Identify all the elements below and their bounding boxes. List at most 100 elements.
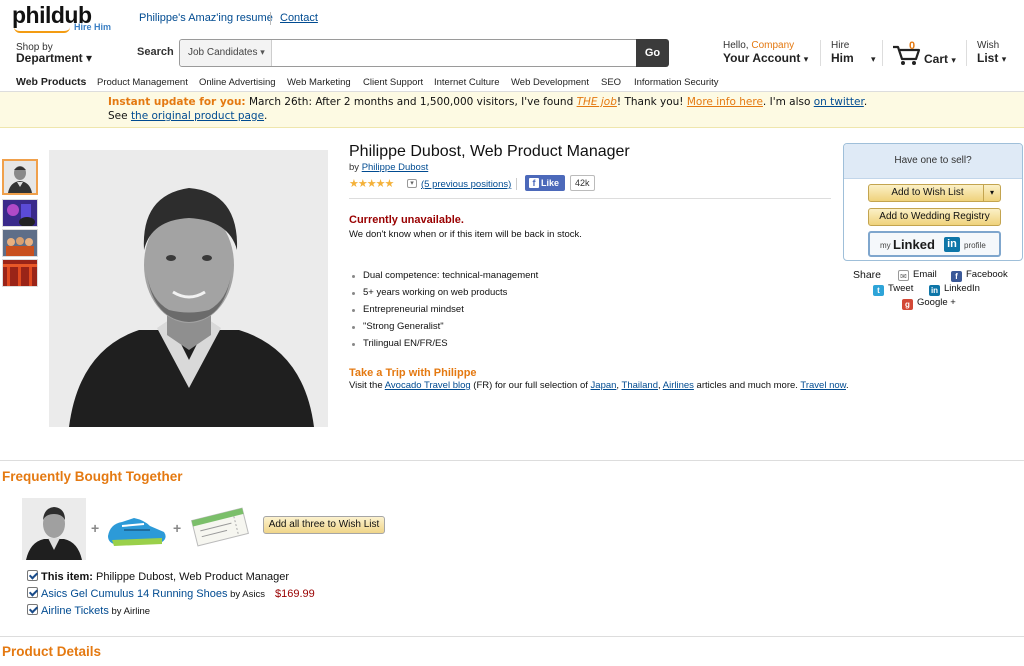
twitter-icon: t (873, 285, 884, 296)
banner-text: . (863, 96, 868, 108)
fbt-item-shoes: Asics Gel Cumulus 14 Running Shoes by As… (27, 587, 315, 601)
portrait-thumb-image (4, 161, 36, 193)
portrait-image (22, 498, 86, 560)
travel-now-link[interactable]: Travel now (800, 380, 846, 391)
wish-list-menu[interactable]: Wish List ▾ (977, 40, 1006, 65)
banner-text: ! Thank you! (616, 96, 687, 108)
add-to-wedding-registry-button[interactable]: Add to Wedding Registry (868, 208, 1001, 226)
avocado-blog-link[interactable]: Avocado Travel blog (385, 380, 471, 391)
airlines-link[interactable]: Airlines (663, 380, 694, 391)
logo-tagline[interactable]: Hire Him (74, 22, 111, 32)
search-input[interactable] (273, 42, 633, 64)
shop-by-department-menu[interactable]: Shop by Department ▾ (16, 42, 92, 64)
add-to-wish-list-button[interactable]: Add to Wish List ▾ (868, 184, 1001, 202)
twitter-link[interactable]: on twitter (814, 96, 864, 108)
fbt-tickets-image[interactable] (188, 502, 252, 552)
subnav-item-information-security[interactable]: Information Security (634, 77, 718, 88)
product-title: Philippe Dubost, Web Product Manager (349, 143, 630, 160)
japan-link[interactable]: Japan (591, 380, 617, 391)
share-linkedin-link[interactable]: in LinkedIn (929, 283, 980, 296)
thumbnail-3[interactable] (2, 229, 38, 257)
cart-count: 0 (909, 40, 916, 52)
account-menu[interactable]: Hello, Company Your Account ▾ (723, 40, 808, 65)
share-facebook-link[interactable]: f Facebook (951, 269, 1008, 282)
fbt-shoes-image[interactable] (104, 502, 170, 552)
availability-status: Currently unavailable. (349, 214, 464, 226)
search-go-button[interactable]: Go (636, 39, 669, 67)
fbt-item-checkbox[interactable] (27, 587, 38, 598)
sell-heading[interactable]: Have one to sell? (844, 144, 1022, 179)
buy-box: Have one to sell? Add to Wish List ▾ Add… (843, 143, 1023, 261)
subnav-item-web-development[interactable]: Web Development (511, 77, 589, 88)
account-label: Your Account (723, 51, 801, 65)
wish-list-label: Add to Wish List (891, 187, 964, 198)
chevron-down-icon[interactable]: ▾ (983, 185, 1000, 201)
more-info-link[interactable]: More info here (687, 96, 763, 108)
contact-link[interactable]: Contact (280, 12, 318, 24)
star-rating-icon[interactable]: ★★★★★ (349, 177, 394, 190)
frequently-bought-heading: Frequently Bought Together (2, 469, 183, 484)
airline-tickets-link[interactable]: Airline Tickets (41, 605, 109, 617)
banner-text: See (108, 110, 131, 122)
author-link[interactable]: Philippe Dubost (362, 162, 429, 173)
linkedin-profile-button[interactable]: my Linked in profile (868, 231, 1001, 257)
chevron-down-icon: ▾ (951, 55, 956, 65)
availability-note: We don't know when or if this item will … (349, 229, 582, 240)
nav-bar: Shop by Department ▾ Search Job Candidat… (0, 36, 1024, 72)
facebook-like-label: Like (541, 178, 560, 188)
share-section: Share ✉ Email f Facebook t Tweet in LinkedIn… (853, 268, 1023, 312)
subnav-item-online-advertising[interactable]: Online Advertising (199, 77, 276, 88)
this-item-label: This item: (41, 571, 93, 583)
share-google-link[interactable]: g Google + (902, 297, 956, 310)
logo-smile-icon (14, 27, 70, 33)
trip-text-part: Visit the (349, 380, 385, 391)
add-all-three-button[interactable]: Add all three to Wish List (263, 516, 385, 534)
thumbnail-portrait[interactable] (2, 159, 38, 195)
this-item-text: Philippe Dubost, Web Product Manager (92, 571, 290, 583)
resume-link[interactable]: Philippe's Amaz'ing resume (139, 12, 273, 24)
list-item: Trilingual EN/FR/ES (349, 338, 538, 355)
product-main-photo[interactable] (49, 150, 328, 427)
trip-text-part: . (845, 380, 849, 391)
cart-icon (893, 45, 921, 65)
trip-text-part: (FR) for our full selection of (470, 380, 591, 391)
chevron-down-icon: ▾ (803, 54, 809, 64)
subnav-item-client-support[interactable]: Client Support (363, 77, 423, 88)
divider (516, 178, 517, 190)
thumbnail-4[interactable] (2, 259, 38, 287)
asics-price: $169.99 (274, 588, 315, 600)
fbt-portrait-image[interactable] (22, 498, 86, 560)
asics-shoes-link[interactable]: Asics Gel Cumulus 14 Running Shoes (41, 588, 227, 600)
search-category-select[interactable]: Job Candidates ▾ (180, 40, 272, 66)
chevron-down-icon: ▾ (1001, 54, 1007, 64)
share-email-link[interactable]: ✉ Email (898, 269, 937, 281)
hire-him-menu[interactable]: Hire Him ▾ (831, 40, 876, 65)
fbt-item-tickets: Airline Tickets by Airline (27, 604, 150, 618)
divider (966, 40, 967, 66)
asics-by: by Asics (227, 589, 265, 600)
trip-text: Visit the Avocado Travel blog (FR) for o… (349, 380, 849, 391)
chevron-down-icon[interactable]: ▾ (407, 179, 417, 188)
subnav-item-seo[interactable]: SEO (601, 77, 621, 88)
hire-line2: Him (831, 51, 854, 65)
share-tweet-link[interactable]: t Tweet (873, 283, 913, 296)
facebook-like-button[interactable]: f Like (525, 175, 565, 191)
update-banner: Instant update for you: March 26th: Afte… (0, 92, 1024, 128)
feature-bullets: Dual competence: technical-management 5+… (349, 270, 538, 355)
divider (820, 40, 821, 66)
thailand-link[interactable]: Thailand (622, 380, 658, 391)
subnav-item-web-products[interactable]: Web Products (16, 76, 86, 88)
fbt-item-checkbox[interactable] (27, 570, 38, 581)
banner-text: March 26th: After 2 months and 1,500,000… (245, 96, 577, 108)
subnav-item-product-management[interactable]: Product Management (97, 77, 188, 88)
original-page-link[interactable]: the original product page (131, 110, 264, 122)
google-plus-icon: g (902, 299, 913, 310)
subnav-item-web-marketing[interactable]: Web Marketing (287, 77, 351, 88)
fbt-item-checkbox[interactable] (27, 604, 38, 615)
wish-line2: List (977, 51, 999, 65)
the-job-link[interactable]: THE job (577, 96, 617, 108)
subnav-item-internet-culture[interactable]: Internet Culture (434, 77, 499, 88)
thumbnail-2[interactable] (2, 199, 38, 227)
previous-positions-link[interactable]: (5 previous positions) (421, 179, 511, 190)
by-line: by Philippe Dubost (349, 162, 428, 173)
